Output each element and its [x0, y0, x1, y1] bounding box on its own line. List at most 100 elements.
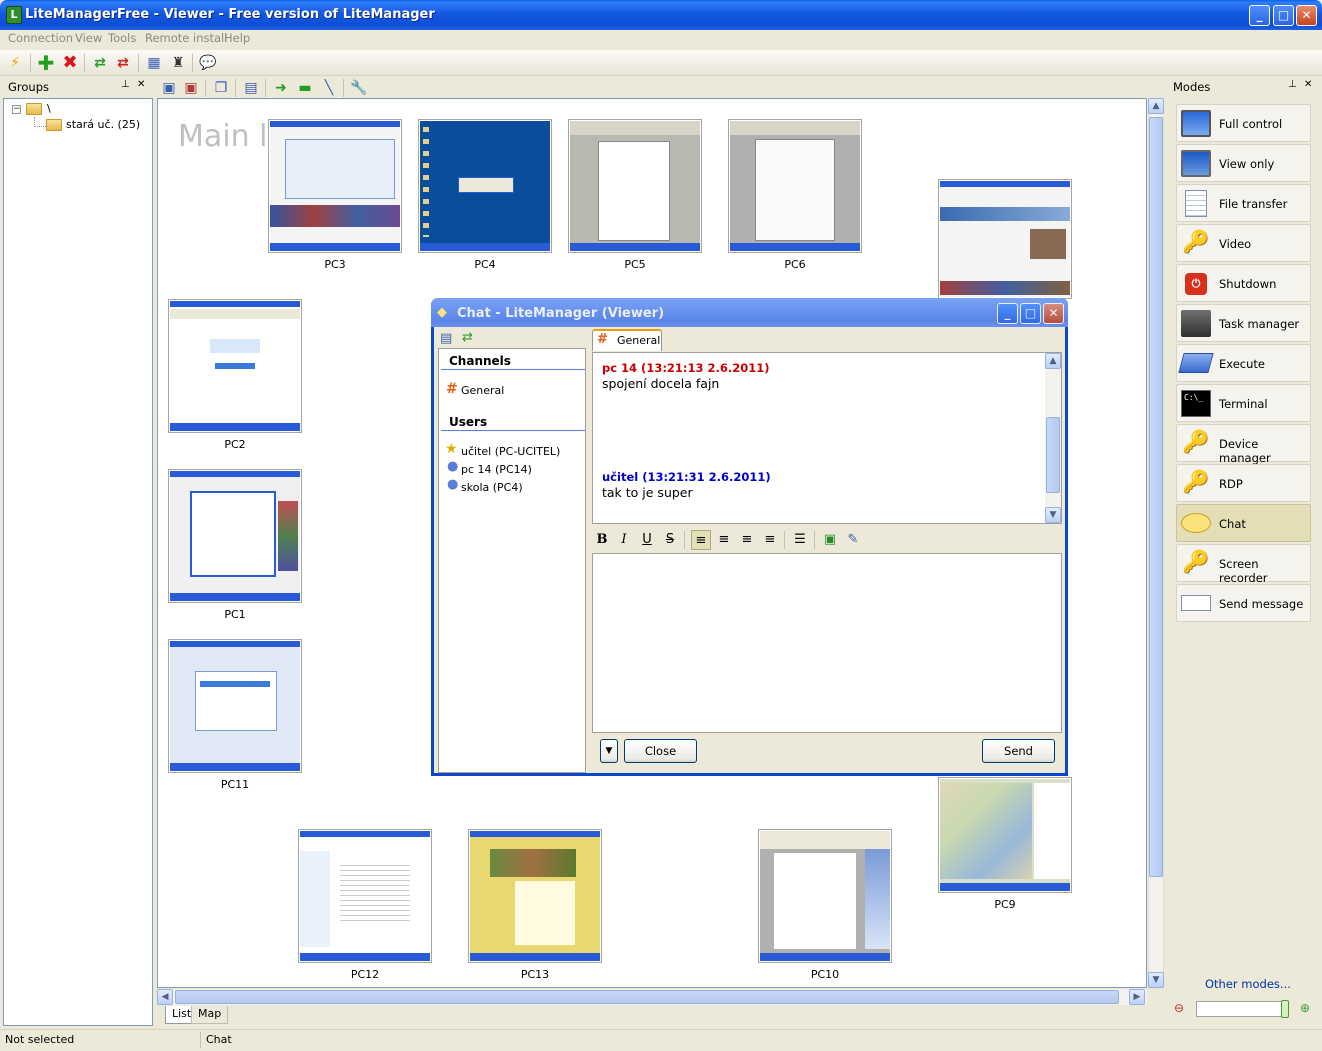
- computer-thumbnail[interactable]: [938, 777, 1072, 893]
- menu-view[interactable]: View: [75, 31, 102, 45]
- channel-general[interactable]: General: [461, 384, 504, 397]
- scroll-up-icon[interactable]: ▲: [1045, 353, 1061, 369]
- maximize-button[interactable]: □: [1273, 5, 1294, 26]
- insert-image-icon[interactable]: ▣: [820, 530, 840, 550]
- wand-icon[interactable]: ╲: [319, 78, 339, 98]
- wrench-icon[interactable]: 🔧: [349, 78, 369, 98]
- user-item[interactable]: skola (PC4): [461, 481, 523, 494]
- user-item[interactable]: pc 14 (PC14): [461, 463, 532, 476]
- chat-refresh-icon[interactable]: ⇄: [462, 330, 473, 345]
- computer-thumbnail[interactable]: [568, 119, 702, 253]
- computer-thumbnail[interactable]: [728, 119, 862, 253]
- minimize-button[interactable]: _: [1249, 5, 1270, 26]
- computer-thumbnail[interactable]: [758, 829, 892, 963]
- copy-icon[interactable]: ❐: [211, 78, 231, 98]
- computer-thumbnail[interactable]: [168, 469, 302, 603]
- tab-general[interactable]: # General: [592, 329, 662, 351]
- mode-rdp[interactable]: 🔑 RDP: [1176, 464, 1311, 502]
- align-left-icon[interactable]: ≡: [691, 530, 711, 550]
- scroll-thumb[interactable]: [1149, 117, 1163, 877]
- mode-device-manager[interactable]: 🔑 Device manager: [1176, 424, 1311, 465]
- align-center-icon[interactable]: ≡: [714, 530, 734, 550]
- tree-root-label[interactable]: \: [47, 102, 51, 115]
- messages-scrollbar[interactable]: ▲ ▼: [1045, 353, 1061, 523]
- tab-map[interactable]: Map: [191, 1006, 229, 1024]
- mode-view-only[interactable]: View only: [1176, 144, 1311, 182]
- arrow-right-icon[interactable]: ➜: [271, 78, 291, 98]
- mode-send-message[interactable]: Send message: [1176, 584, 1311, 622]
- vertical-scrollbar[interactable]: ▲ ▼: [1148, 98, 1164, 988]
- strikethrough-button[interactable]: S: [660, 530, 680, 550]
- menu-help[interactable]: Help: [224, 31, 250, 45]
- horizontal-scrollbar[interactable]: ◀ ▶: [157, 989, 1147, 1005]
- align-justify-icon[interactable]: ≡: [760, 530, 780, 550]
- scroll-thumb[interactable]: [175, 990, 1119, 1004]
- computer-thumbnail[interactable]: [418, 119, 552, 253]
- properties-icon[interactable]: ▤: [241, 78, 261, 98]
- layout-grid-icon[interactable]: ▦: [144, 53, 164, 73]
- menu-remote-install[interactable]: Remote install: [145, 31, 227, 45]
- send-button[interactable]: Send: [982, 739, 1055, 763]
- computer-thumbnail[interactable]: [468, 829, 602, 963]
- menu-tools[interactable]: Tools: [108, 31, 136, 45]
- chat-bubble-icon[interactable]: 💬: [198, 53, 218, 73]
- search-binoculars-icon[interactable]: ♜: [168, 53, 188, 73]
- computer-thumbnail[interactable]: [268, 119, 402, 253]
- panel-close-icon[interactable]: ✕: [1304, 79, 1312, 90]
- mode-shutdown[interactable]: ⏻ Shutdown: [1176, 264, 1311, 302]
- computer-thumbnail[interactable]: [298, 829, 432, 963]
- scroll-down-icon[interactable]: ▼: [1045, 507, 1061, 523]
- options-dropdown-button[interactable]: ▼: [600, 739, 618, 763]
- align-right-icon[interactable]: ≡: [737, 530, 757, 550]
- mode-full-control[interactable]: Full control: [1176, 104, 1311, 142]
- chat-close-button[interactable]: ✕: [1043, 303, 1064, 324]
- pin-icon[interactable]: ⊥: [1288, 79, 1297, 90]
- mode-task-manager[interactable]: Task manager: [1176, 304, 1311, 342]
- refresh-red-icon[interactable]: ⇄: [113, 53, 133, 73]
- other-modes-link[interactable]: Other modes...: [1205, 977, 1291, 991]
- zoom-slider[interactable]: [1196, 1000, 1289, 1018]
- add-computer-icon[interactable]: ▣: [159, 78, 179, 98]
- mode-file-transfer[interactable]: File transfer: [1176, 184, 1311, 222]
- scroll-down-icon[interactable]: ▼: [1148, 972, 1164, 988]
- underline-button[interactable]: U: [637, 530, 657, 550]
- green-block-icon[interactable]: ▬: [295, 78, 315, 98]
- bold-button[interactable]: B: [592, 530, 612, 550]
- scroll-thumb[interactable]: [1046, 417, 1060, 493]
- slider-thumb[interactable]: [1281, 1000, 1289, 1018]
- remove-computer-icon[interactable]: ▣: [181, 78, 201, 98]
- chat-minimize-button[interactable]: _: [997, 303, 1018, 324]
- tree-group-label[interactable]: stará uč. (25): [66, 118, 140, 131]
- connect-lightning-icon[interactable]: ⚡: [5, 53, 25, 73]
- scroll-up-icon[interactable]: ▲: [1148, 98, 1164, 114]
- scroll-left-icon[interactable]: ◀: [157, 989, 173, 1005]
- zoom-in-icon[interactable]: ⊕: [1300, 1001, 1310, 1015]
- menu-connection[interactable]: Connection: [8, 31, 73, 45]
- tree-collapse-icon[interactable]: −: [12, 105, 21, 114]
- scroll-right-icon[interactable]: ▶: [1129, 989, 1145, 1005]
- zoom-out-icon[interactable]: ⊖: [1174, 1001, 1184, 1015]
- refresh-green-icon[interactable]: ⇄: [90, 53, 110, 73]
- mode-chat[interactable]: Chat: [1176, 504, 1311, 542]
- chat-maximize-button[interactable]: □: [1020, 303, 1041, 324]
- computer-thumbnail[interactable]: [168, 639, 302, 773]
- pin-icon[interactable]: ⊥: [121, 79, 130, 90]
- message-input[interactable]: [592, 553, 1062, 733]
- add-icon[interactable]: ✚: [36, 53, 56, 73]
- mode-terminal[interactable]: C:\_ Terminal: [1176, 384, 1311, 422]
- mode-video[interactable]: 🔑 Video: [1176, 224, 1311, 262]
- italic-button[interactable]: I: [614, 530, 634, 550]
- close-chat-button[interactable]: Close: [624, 739, 697, 763]
- computer-thumbnail[interactable]: [938, 179, 1072, 299]
- panel-close-icon[interactable]: ✕: [137, 79, 145, 90]
- computer-thumbnail[interactable]: [168, 299, 302, 433]
- close-button[interactable]: ✕: [1296, 5, 1317, 26]
- user-item[interactable]: učitel (PC-UCITEL): [461, 445, 560, 458]
- insert-file-icon[interactable]: ✎: [843, 530, 863, 550]
- chat-window-title: Chat - LiteManager (Viewer): [457, 306, 665, 321]
- mode-screen-recorder[interactable]: 🔑 Screen recorder: [1176, 544, 1311, 585]
- mode-execute[interactable]: Execute: [1176, 344, 1311, 382]
- delete-icon[interactable]: ✖: [60, 53, 80, 73]
- bullet-list-icon[interactable]: ☰: [790, 530, 810, 550]
- chat-properties-icon[interactable]: ▤: [440, 331, 452, 346]
